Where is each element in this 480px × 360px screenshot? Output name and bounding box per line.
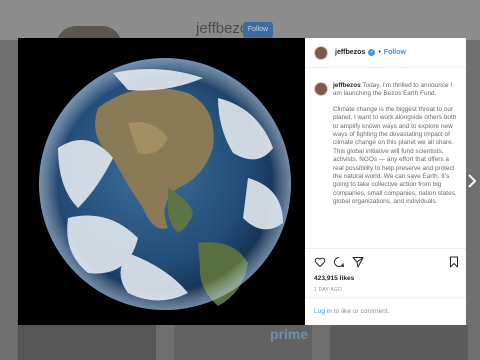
background-follow-label: Follow [247, 26, 269, 33]
login-divider [305, 297, 466, 298]
background-thumbnail [18, 325, 156, 360]
caption-avatar[interactable] [314, 82, 328, 96]
earth-image [18, 38, 305, 325]
post-timestamp: 1 DAY AGO [314, 287, 343, 293]
post-modal: jeffbezos ✓ • Follow jeffbezos Today, I’… [18, 38, 466, 325]
likes-count[interactable]: 423,915 likes [314, 275, 354, 282]
login-link[interactable]: Log in [314, 308, 332, 315]
caption-paragraph-2: Climate change is the biggest threat to … [333, 105, 457, 206]
header-username[interactable]: jeffbezos [335, 49, 365, 56]
background-follow-button: Follow [243, 22, 273, 38]
login-prompt-text: to like or comment. [331, 308, 390, 315]
post-caption: jeffbezos Today, I’m thrilled to announc… [314, 82, 460, 214]
caption-text: jeffbezos Today, I’m thrilled to announc… [333, 82, 460, 207]
bookmark-icon[interactable] [448, 256, 460, 268]
actions-divider [305, 248, 466, 249]
verified-badge-icon: ✓ [368, 49, 376, 56]
background-thumbnail-text: prime [270, 326, 309, 342]
post-details-panel: jeffbezos ✓ • Follow jeffbezos Today, I’… [305, 38, 466, 325]
comment-icon[interactable] [333, 256, 345, 268]
post-header: jeffbezos ✓ • Follow [305, 38, 466, 68]
header-separator: • [378, 49, 381, 56]
login-prompt: Log in to like or comment. [314, 308, 390, 315]
share-icon[interactable] [352, 256, 364, 268]
post-actions [314, 256, 460, 268]
follow-button[interactable]: Follow [384, 49, 406, 56]
next-post-arrow-icon[interactable] [468, 174, 478, 188]
avatar[interactable] [314, 45, 328, 60]
background-thumbnail [330, 325, 468, 360]
caption-username[interactable]: jeffbezos [333, 82, 361, 89]
post-image [18, 38, 305, 325]
background-post-grid [18, 325, 468, 360]
heart-icon[interactable] [314, 256, 326, 268]
